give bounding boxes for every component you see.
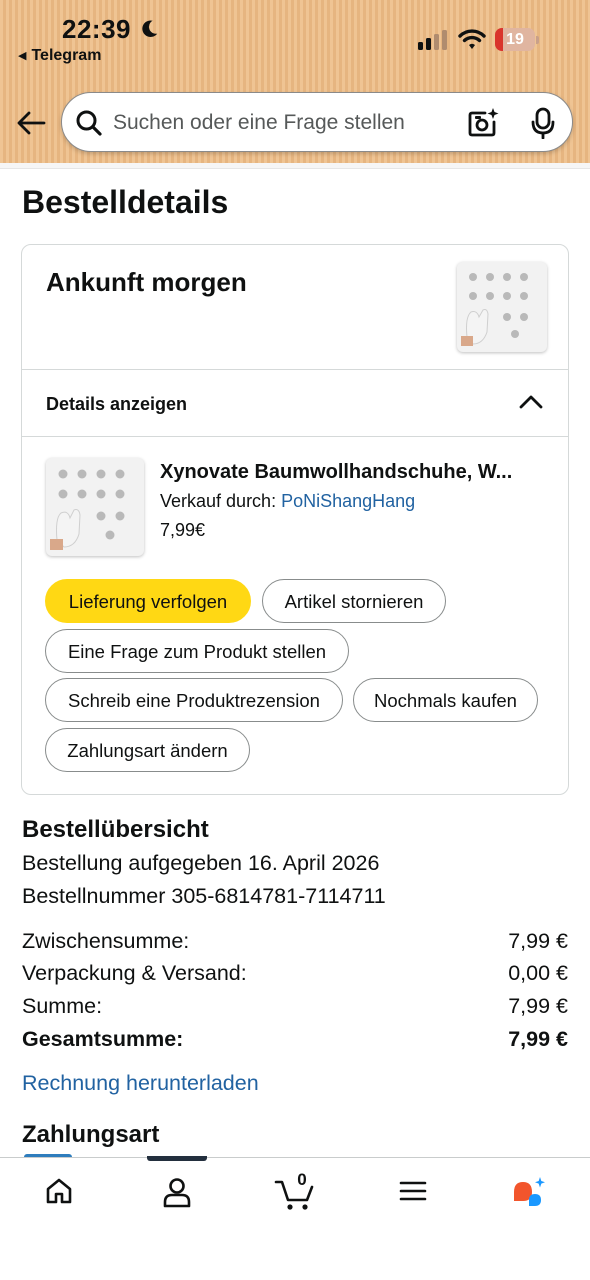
user-icon [163, 1178, 191, 1208]
header-divider [0, 163, 590, 169]
active-tab-indicator [147, 1156, 207, 1161]
nav-home[interactable] [44, 1176, 104, 1216]
cost-value: 0,00 € [508, 961, 568, 985]
card-divider [22, 436, 568, 437]
details-toggle[interactable]: Details anzeigen [22, 370, 568, 436]
home-icon [46, 1178, 72, 1204]
nav-rufus[interactable] [510, 1176, 570, 1216]
seller-line: Verkauf durch: PoNiShangHang [160, 491, 415, 512]
wifi-icon [458, 29, 486, 49]
product-image[interactable] [46, 458, 144, 556]
status-time: 22:39 [62, 14, 131, 44]
order-number: Bestellnummer 305-6814781-7114711 [22, 884, 386, 908]
back-to-telegram[interactable]: ◀ Telegram [18, 47, 101, 65]
cost-label: Verpackung & Versand: [22, 961, 247, 985]
cost-label: Gesamtsumme: [22, 1027, 184, 1051]
battery-percent: 19 [506, 31, 524, 48]
product-title[interactable]: Xynovate Baumwollhandschuhe, W... [160, 461, 546, 484]
ask-product-question-button[interactable]: Eine Frage zum Produkt stellen [45, 629, 349, 673]
cost-row-shipping: Verpackung & Versand: 0,00 € [22, 961, 568, 991]
seller-link[interactable]: PoNiShangHang [281, 491, 415, 511]
page-title: Bestelldetails [22, 184, 229, 220]
nav-menu[interactable] [398, 1176, 458, 1216]
cost-label: Zwischensumme: [22, 929, 190, 953]
cost-label: Summe: [22, 994, 103, 1018]
nav-account[interactable] [162, 1176, 222, 1216]
chevron-up-icon [519, 395, 543, 409]
cost-value: 7,99 € [508, 994, 568, 1018]
arrow-left-icon[interactable] [14, 106, 48, 140]
camera-sparkle-icon[interactable] [466, 106, 500, 140]
product-image-thumbnail [457, 262, 547, 352]
details-toggle-label: Details anzeigen [46, 394, 188, 414]
cost-value: 7,99 € [508, 1027, 568, 1051]
order-placed-date: Bestellung aufgegeben 16. April 2026 [22, 851, 380, 875]
product-price: 7,99€ [160, 520, 206, 540]
microphone-icon[interactable] [528, 107, 558, 139]
cost-row-total: Gesamtsumme: 7,99 € [22, 1027, 568, 1057]
change-payment-button[interactable]: Zahlungsart ändern [45, 728, 250, 772]
hamburger-menu-icon [399, 1181, 427, 1201]
cost-row-subtotal: Zwischensumme: 7,99 € [22, 929, 568, 959]
order-summary-heading: Bestellübersicht [22, 816, 209, 843]
search-placeholder: Suchen oder eine Frage stellen [113, 111, 405, 134]
seller-prefix: Verkauf durch: [160, 491, 277, 511]
buy-again-button[interactable]: Nochmals kaufen [353, 678, 538, 722]
search-icon [76, 110, 102, 136]
arrival-status: Ankunft morgen [46, 267, 247, 297]
moon-icon [142, 20, 158, 37]
cost-row-sum: Summe: 7,99 € [22, 994, 568, 1024]
rufus-ai-icon [514, 1177, 545, 1206]
download-invoice-link[interactable]: Rechnung herunterladen [22, 1071, 259, 1096]
payment-method-heading: Zahlungsart [22, 1121, 160, 1148]
battery-indicator: 19 [495, 28, 539, 51]
search-input[interactable]: Suchen oder eine Frage stellen [61, 92, 573, 152]
back-triangle-icon: ◀ [18, 50, 27, 62]
write-review-button[interactable]: Schreib eine Produktrezension [45, 678, 343, 722]
cellular-signal-icon [418, 30, 447, 50]
header: 22:39 ◀ Telegram 19 Suchen oder eine Frag… [0, 0, 590, 163]
shipment-card: Ankunft morgen Details anzeigen Xynovate… [21, 244, 569, 795]
cost-value: 7,99 € [508, 929, 568, 953]
back-app-label: Telegram [31, 47, 102, 64]
cart-count: 0 [297, 1170, 307, 1189]
cancel-item-button[interactable]: Artikel stornieren [262, 579, 446, 623]
track-delivery-button[interactable]: Lieferung verfolgen [45, 579, 251, 623]
nav-cart[interactable]: 0 [274, 1170, 334, 1216]
bottom-nav: 0 [0, 1156, 590, 1280]
